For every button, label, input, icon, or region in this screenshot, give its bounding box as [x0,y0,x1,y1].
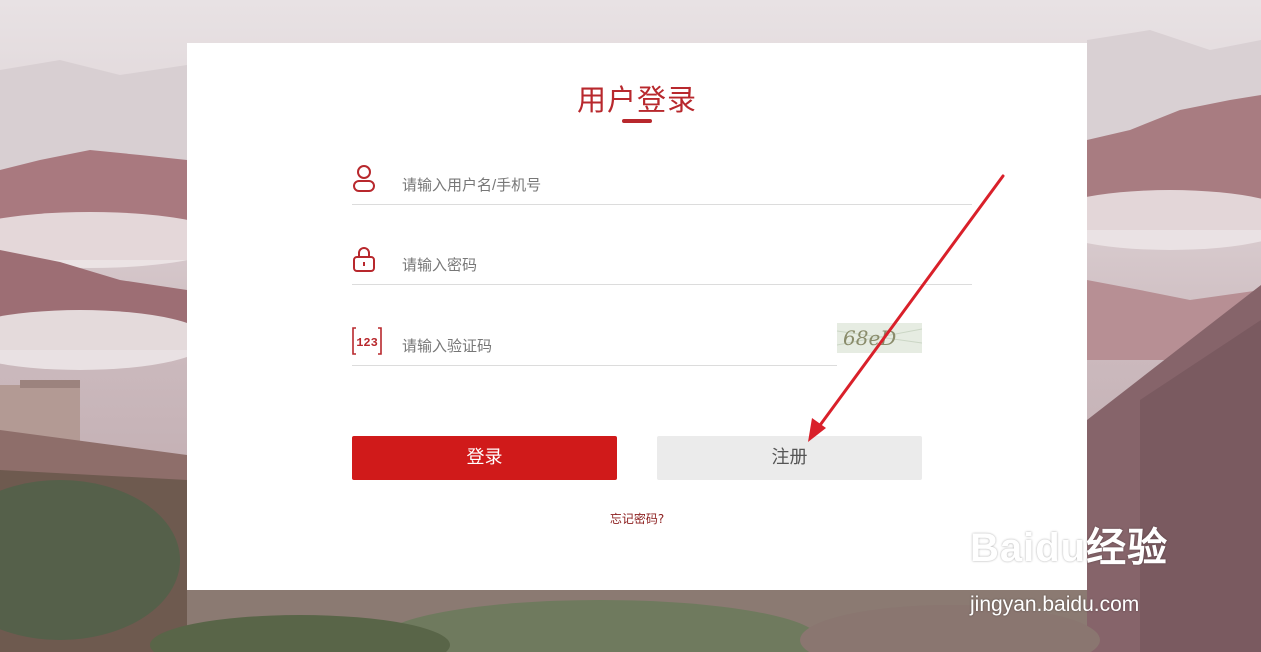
password-placeholder: 请输入密码 [402,257,478,274]
forgot-password-link[interactable]: 忘记密码? [187,510,1087,527]
captcha-image[interactable]: 68eD [837,323,922,353]
baidu-watermark: Baidu经验 jingyan.baidu.com [970,515,1169,616]
login-card: 用户登录 请输入用户名/手机号 请输入密码 123 请输入验证码 68eD 登录… [187,43,1087,590]
register-button[interactable]: 注册 [657,436,922,480]
lock-icon [352,244,378,278]
user-icon [352,164,378,198]
page-title: 用户登录 [576,83,697,117]
captcha-field[interactable]: 123 请输入验证码 [352,325,837,366]
svg-text:123: 123 [356,336,378,350]
username-field[interactable]: 请输入用户名/手机号 [352,164,972,205]
captcha-text: 68eD [843,326,896,350]
title-underline [622,119,652,123]
watermark-site: jingyan.baidu.com [970,593,1140,616]
login-button[interactable]: 登录 [352,436,617,480]
username-placeholder: 请输入用户名/手机号 [402,177,542,194]
watermark-logo: Baidu经验 [970,526,1169,570]
number-123-icon: 123 [352,325,382,359]
captcha-placeholder: 请输入验证码 [402,338,493,355]
password-field[interactable]: 请输入密码 [352,244,972,285]
